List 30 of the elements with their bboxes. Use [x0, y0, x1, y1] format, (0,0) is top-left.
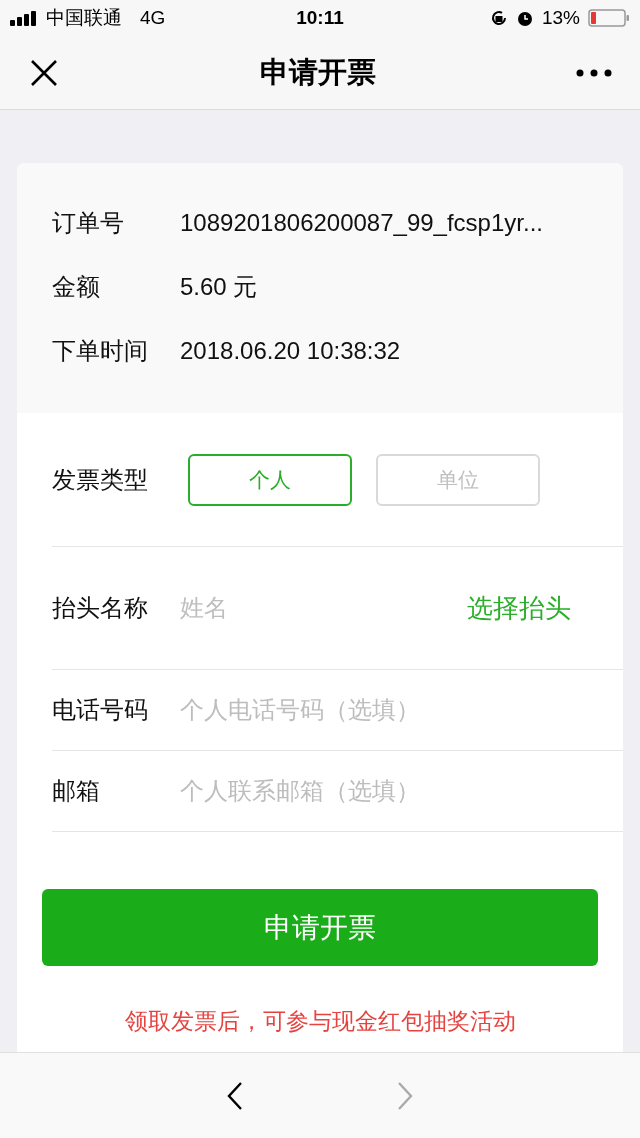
- rotation-lock-icon: [490, 9, 508, 27]
- field-label: 邮箱: [52, 776, 101, 806]
- alarm-icon: [516, 9, 534, 27]
- chevron-left-icon: [226, 1080, 244, 1111]
- order-value: 2018.06.20 10:38:32: [180, 336, 401, 366]
- chevron-right-icon: [396, 1080, 414, 1111]
- input-field[interactable]: 个人联系邮箱（选填）: [180, 769, 571, 813]
- notice-text: 领取发票后，可参与现金红包抽奖活动: [124, 1007, 516, 1036]
- order-label: 金额: [52, 272, 101, 302]
- battery-percent: 13%: [542, 5, 580, 30]
- battery-icon: [588, 9, 630, 27]
- order-value: 5.60 元: [180, 272, 258, 302]
- more-icon: [576, 68, 612, 77]
- order-label: 订单号: [52, 208, 125, 238]
- field-label: 发票类型: [52, 464, 149, 495]
- invoice-type-option[interactable]: 个人: [188, 453, 352, 506]
- field-label: 电话号码: [52, 695, 149, 725]
- input-field[interactable]: 姓名: [180, 586, 467, 630]
- network-text: 4G: [140, 5, 166, 30]
- order-label: 下单时间: [52, 336, 149, 366]
- field-label: 抬头名称: [52, 593, 149, 623]
- invoice-type-option[interactable]: 单位: [376, 453, 540, 506]
- close-icon: [30, 58, 58, 87]
- page-title: 申请开票: [260, 54, 376, 90]
- input-field[interactable]: 个人电话号码（选填）: [180, 688, 571, 732]
- clock-time: 10:11: [296, 5, 344, 30]
- carrier-text: 中国联通: [46, 5, 122, 30]
- select-title-link[interactable]: 选择抬头: [467, 588, 571, 628]
- submit-button[interactable]: 申请开票: [42, 889, 598, 966]
- order-value: 1089201806200087_99_fcsp1yr...: [180, 208, 543, 238]
